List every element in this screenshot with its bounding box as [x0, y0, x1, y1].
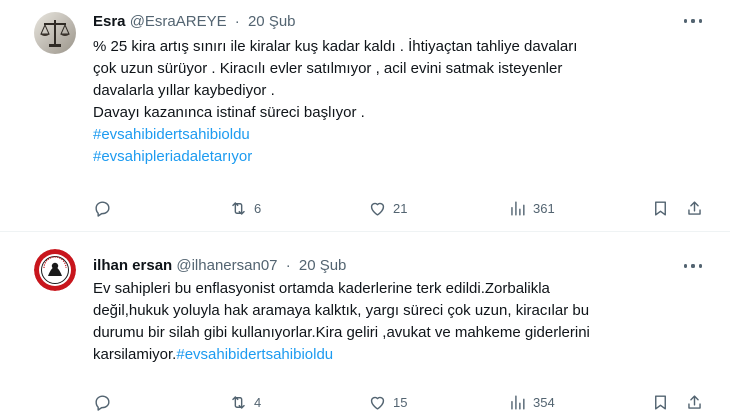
text-line: karsilamiyor.#evsahibidertsahibioldu	[93, 344, 723, 366]
text-line: değil,hukuk yoluyla hak aramaya kalktık,…	[93, 302, 590, 319]
text-line: % 25 kira artış sınırı ile kiralar kuş k…	[93, 38, 578, 55]
more-options-button[interactable]	[680, 13, 706, 29]
bookmark-icon	[655, 200, 666, 216]
retweet-button[interactable]: 4	[229, 390, 261, 414]
like-button[interactable]: 15	[368, 390, 407, 414]
tweet-1[interactable]: Esra @EsraAREYE · 20 Şub % 25 kira artış…	[0, 0, 730, 232]
retweet-icon	[232, 395, 245, 409]
tweet-header: Esra @EsraAREYE · 20 Şub	[93, 13, 296, 30]
text-segment: karsilamiyor.	[93, 346, 177, 363]
like-count: 15	[393, 394, 408, 410]
more-dot-icon	[691, 264, 695, 268]
bookmark-icon	[655, 394, 666, 410]
more-dot-icon	[691, 19, 695, 23]
analytics-icon	[511, 394, 525, 410]
tweet-header: ilhan ersan @ilhanersan07 · 20 Şub	[93, 257, 346, 274]
hashtag-link[interactable]: #evsahibidertsahibioldu	[93, 124, 723, 146]
reply-icon	[95, 394, 110, 411]
scales-of-justice-icon	[34, 12, 76, 54]
analytics-icon	[511, 200, 525, 216]
text-line: Davayı kazanınca istinaf süreci başlıyor…	[93, 104, 365, 121]
like-count: 21	[393, 200, 408, 216]
hashtag-link[interactable]: #evsahipleriadaletarıyor	[93, 146, 723, 168]
views-button[interactable]: 354	[508, 390, 555, 414]
club-badge-icon	[34, 249, 76, 291]
author-handle[interactable]: @ilhanersan07	[176, 257, 277, 274]
more-options-button[interactable]	[680, 258, 706, 274]
tweet-actions: 4 15 354	[93, 390, 708, 414]
hashtag-link[interactable]: #evsahibidertsahibioldu	[176, 346, 333, 363]
more-dot-icon	[698, 19, 702, 23]
text-line: davalarla yıllar kaybediyor .	[93, 82, 275, 99]
reply-icon	[95, 200, 110, 217]
text-line: durumu bir silah gibi kullanıyorlar.Kira…	[93, 324, 590, 341]
heart-icon	[370, 396, 385, 410]
retweet-icon	[232, 201, 245, 215]
bookmark-button[interactable]	[651, 390, 670, 414]
more-dot-icon	[684, 19, 688, 23]
tweet-text: % 25 kira artış sınırı ile kiralar kuş k…	[93, 36, 723, 168]
avatar[interactable]	[34, 12, 76, 54]
reply-button[interactable]	[93, 390, 118, 414]
share-button[interactable]	[685, 196, 704, 220]
text-line: Ev sahipleri bu enflasyonist ortamda kad…	[93, 280, 550, 297]
share-icon	[688, 394, 701, 409]
retweet-count: 4	[254, 394, 262, 410]
share-button[interactable]	[685, 390, 704, 414]
tweet-date[interactable]: 20 Şub	[248, 13, 296, 30]
reply-button[interactable]	[93, 196, 118, 220]
views-button[interactable]: 361	[508, 196, 555, 220]
retweet-count: 6	[254, 200, 262, 216]
tweet-date[interactable]: 20 Şub	[299, 257, 347, 274]
avatar[interactable]	[34, 249, 76, 291]
view-count: 354	[533, 394, 555, 410]
retweet-button[interactable]: 6	[229, 196, 261, 220]
text-line: çok uzun sürüyor . Kiracılı evler satılm…	[93, 60, 563, 77]
heart-icon	[370, 202, 385, 216]
author-handle[interactable]: @EsraAREYE	[130, 13, 227, 30]
more-dot-icon	[684, 264, 688, 268]
tweet-actions: 6 21 361	[93, 196, 708, 220]
author-name[interactable]: Esra	[93, 13, 126, 30]
like-button[interactable]: 21	[368, 196, 407, 220]
view-count: 361	[533, 200, 555, 216]
share-icon	[688, 200, 701, 215]
tweet-text: Ev sahipleri bu enflasyonist ortamda kad…	[93, 278, 723, 366]
separator: ·	[234, 13, 240, 30]
bookmark-button[interactable]	[651, 196, 670, 220]
separator: ·	[285, 257, 291, 274]
author-name[interactable]: ilhan ersan	[93, 257, 172, 274]
more-dot-icon	[698, 264, 702, 268]
